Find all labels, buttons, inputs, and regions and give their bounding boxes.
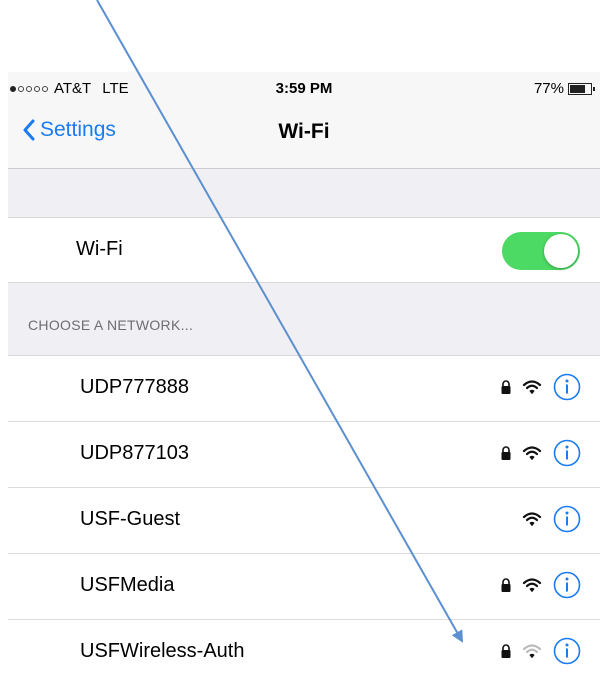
network-name: USFWireless-Auth [80,640,245,662]
wifi-icon [522,511,542,532]
network-name: UDP777888 [80,376,189,398]
network-row[interactable]: USFMedia [8,554,600,620]
network-row[interactable]: USFWireless-Auth [8,620,600,677]
wifi-icon [522,643,542,664]
group-spacer [8,169,600,217]
lock-icon [500,379,512,400]
info-icon[interactable] [552,438,582,473]
network-name: USF-Guest [80,508,181,530]
wifi-icon [522,445,542,466]
network-name: USFMedia [80,574,175,596]
wifi-toggle-label: Wi-Fi [76,238,123,260]
section-header: CHOOSE A NETWORK... [28,317,194,333]
wifi-toggle-switch[interactable] [502,232,580,270]
status-bar: AT&T LTE 3:59 PM 77% [8,72,600,106]
network-row[interactable]: USF-Guest [8,488,600,554]
network-icons [522,504,582,539]
wifi-toggle-row: Wi-Fi [8,217,600,283]
network-row[interactable]: UDP877103 [8,422,600,488]
info-icon[interactable] [552,504,582,539]
info-icon[interactable] [552,636,582,671]
wifi-icon [522,577,542,598]
battery-icon [568,82,595,95]
lock-icon [500,445,512,466]
status-right: 77% [533,80,595,97]
lock-icon [500,577,512,598]
network-icons [500,636,582,671]
navigation-bar: Settings Wi-Fi [8,106,600,169]
network-icons [500,372,582,407]
network-list: UDP777888 UDP877103 USF-Guest USFMedia USFWi… [8,355,600,677]
top-margin [0,0,600,72]
wifi-icon [522,379,542,400]
battery-percent: 77% [533,80,564,97]
network-name: UDP877103 [80,442,189,464]
info-icon[interactable] [552,570,582,605]
network-row[interactable]: UDP777888 [8,356,600,422]
toggle-knob [544,234,578,268]
lock-icon [500,643,512,664]
ios-screen: AT&T LTE 3:59 PM 77% Settings Wi-Fi Wi-F… [8,72,600,677]
network-icons [500,570,582,605]
status-time: 3:59 PM [275,80,333,97]
network-icons [500,438,582,473]
info-icon[interactable] [552,372,582,407]
page-title: Wi-Fi [278,120,330,143]
